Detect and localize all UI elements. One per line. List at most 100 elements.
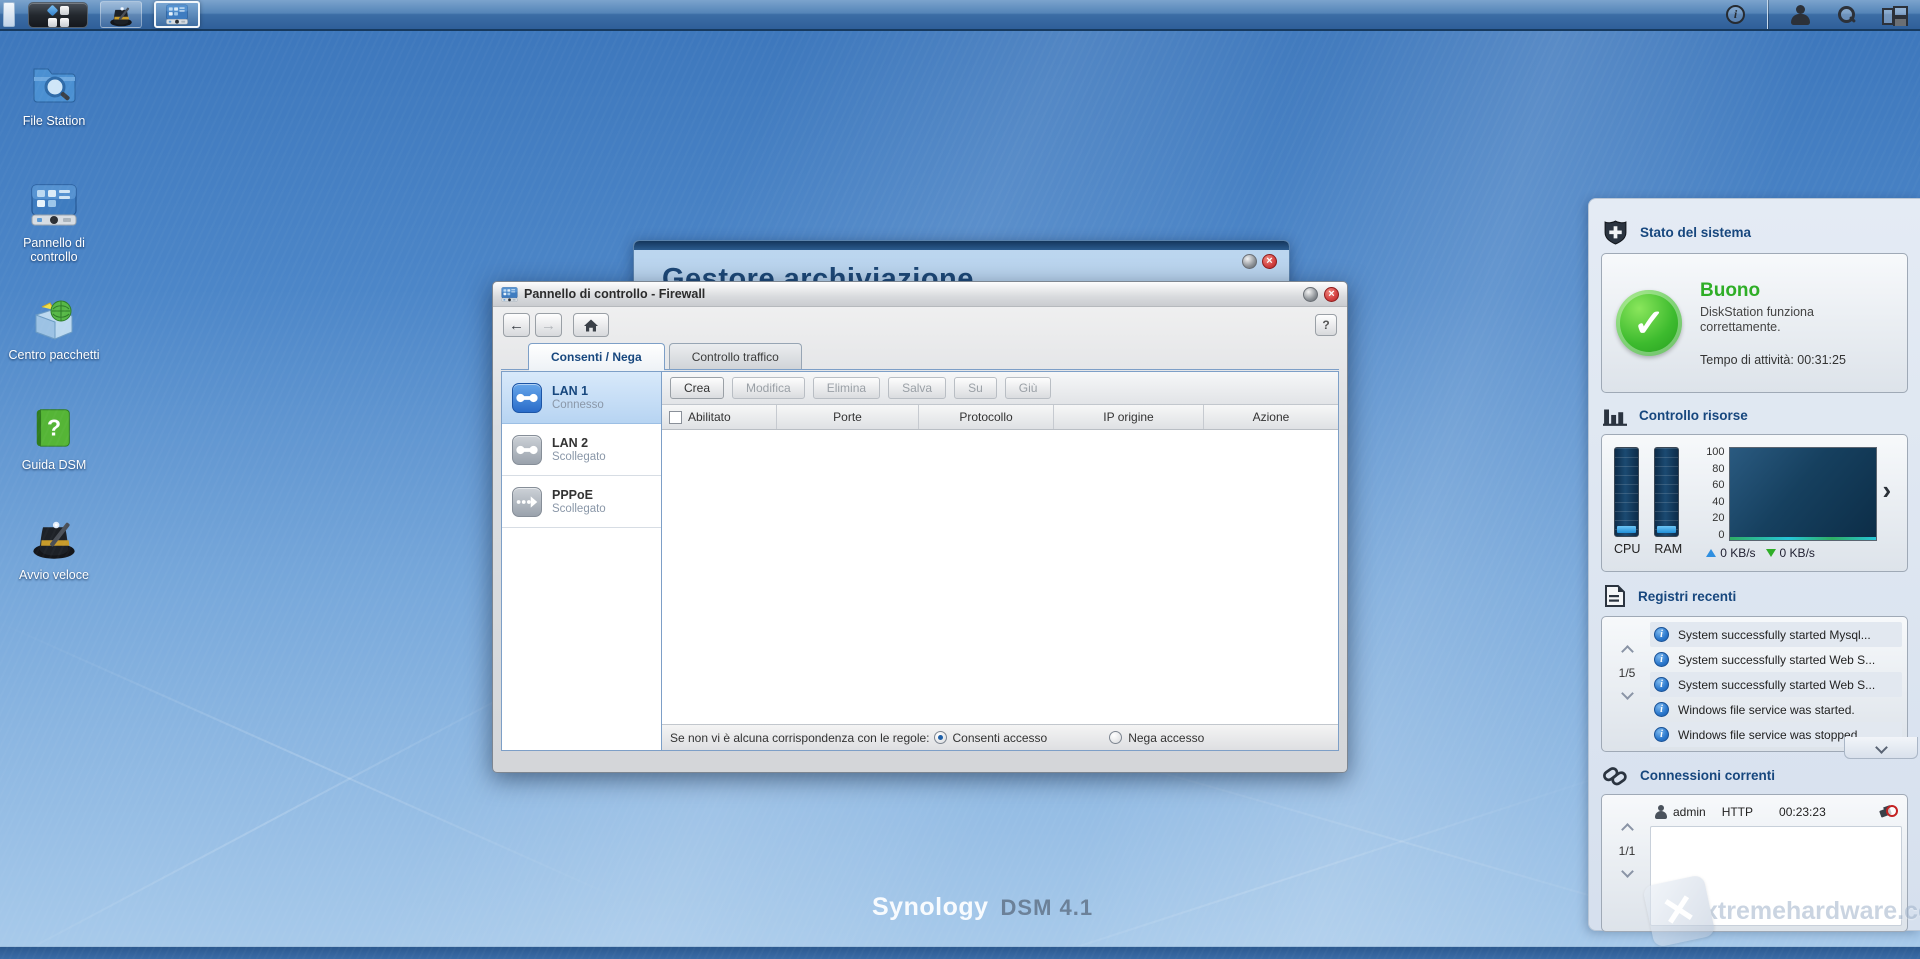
file-station-icon — [32, 67, 77, 104]
column-header-azione[interactable]: Azione — [1204, 405, 1338, 429]
interface-lan1[interactable]: LAN 1 Connesso — [502, 372, 661, 424]
close-button[interactable]: × — [1324, 286, 1339, 302]
firewall-window: Pannello di controllo - Firewall × ← → ?… — [492, 281, 1348, 773]
tab-controllo-traffico[interactable]: Controllo traffico — [668, 343, 802, 370]
sidebar-collapse-tab[interactable] — [1844, 737, 1918, 759]
back-button[interactable]: ← — [503, 313, 530, 337]
pppoe-icon — [512, 486, 542, 517]
log-row[interactable]: i Windows file service was started. — [1650, 697, 1902, 722]
section-title: Registri recenti — [1638, 588, 1737, 604]
resource-more-chevron[interactable]: › — [1883, 477, 1892, 503]
network-chart-axis: 100 80 60 40 20 0 — [1706, 446, 1725, 541]
home-button[interactable] — [573, 313, 609, 337]
forward-button[interactable]: → — [535, 313, 562, 337]
upload-value: 0 KB/s — [1720, 546, 1756, 560]
page-up-chevron[interactable] — [1620, 645, 1634, 658]
select-all-checkbox[interactable] — [669, 410, 682, 424]
interface-pppoe[interactable]: PPPoE Scollegato — [502, 476, 661, 528]
move-up-button[interactable]: Su — [954, 377, 997, 399]
column-header-porte[interactable]: Porte — [777, 405, 919, 429]
page-down-chevron[interactable] — [1620, 865, 1634, 878]
desktop-icon-label: Centro pacchetti — [8, 348, 100, 362]
allow-access-label[interactable]: Consenti accesso — [953, 731, 1048, 745]
quick-launch-taskbar-button[interactable] — [100, 1, 142, 28]
desktop-icon-label: Guida DSM — [21, 458, 87, 472]
desktop-icon-package-center[interactable]: Centro pacchetti — [2, 292, 106, 362]
desktop-icon-dsm-help[interactable]: Guida DSM — [2, 402, 106, 472]
desktop-icon-control-panel[interactable]: Pannello di controllo — [2, 180, 106, 264]
show-desktop-button[interactable] — [3, 2, 15, 27]
deny-access-label[interactable]: Nega accesso — [1128, 731, 1204, 745]
user-icon[interactable] — [1790, 4, 1810, 25]
column-header-abilitato[interactable]: Abilitato — [662, 405, 777, 429]
log-row[interactable]: i System successfully started Web S... — [1650, 672, 1902, 697]
rules-table-header: Abilitato Porte Protocollo IP origine Az… — [662, 405, 1338, 430]
desktop-icon-quick-start[interactable]: Avvio veloce — [2, 512, 106, 582]
info-icon: i — [1654, 627, 1669, 642]
system-status-card: ✓ Buono DiskStation funziona correttamen… — [1601, 253, 1908, 393]
tab-consenti-nega[interactable]: Consenti / Nega — [528, 343, 665, 370]
connections-list-body — [1650, 826, 1902, 926]
edit-button[interactable]: Modifica — [732, 377, 805, 399]
control-panel-icon — [166, 4, 188, 25]
widgets-sidebar: Stato del sistema ✓ Buono DiskStation fu… — [1588, 198, 1920, 932]
minimize-button[interactable] — [1303, 286, 1318, 302]
desktop-icon-file-station[interactable]: File Station — [2, 58, 106, 128]
recent-logs-header: Registri recenti — [1603, 584, 1906, 608]
deny-access-radio[interactable] — [1109, 731, 1123, 744]
page-down-chevron[interactable] — [1620, 687, 1634, 700]
delete-button[interactable]: Elimina — [812, 377, 881, 399]
window-titlebar[interactable]: Pannello di controllo - Firewall × — [493, 282, 1347, 307]
resource-monitor-card: CPU RAM 100 80 60 40 20 0 0 KB/s 0 KB/s … — [1601, 434, 1908, 572]
collapse-chevron-icon — [1874, 741, 1888, 754]
section-title: Controllo risorse — [1639, 408, 1748, 423]
minimize-button[interactable] — [1242, 254, 1257, 269]
save-button[interactable]: Salva — [888, 377, 947, 399]
section-title: Stato del sistema — [1640, 224, 1752, 240]
rules-table-body[interactable] — [662, 430, 1338, 724]
tab-bar: Consenti / Nega Controllo traffico — [493, 343, 1347, 370]
close-button[interactable]: × — [1262, 254, 1277, 269]
connection-protocol: HTTP — [1721, 805, 1754, 819]
disconnect-icon[interactable] — [1880, 805, 1898, 819]
wallpaper-streak — [899, 756, 1661, 959]
info-icon: i — [1654, 727, 1669, 742]
magic-hat-icon — [33, 521, 75, 559]
status-state: Buono — [1700, 279, 1761, 301]
user-icon — [1654, 805, 1668, 819]
rules-panel: Crea Modifica Elimina Salva Su Giù Abili… — [662, 372, 1338, 750]
info-icon[interactable]: i — [1726, 5, 1745, 24]
widgets-icon[interactable] — [1882, 5, 1908, 25]
connection-row[interactable]: admin HTTP 00:23:23 — [1650, 799, 1902, 825]
main-menu-button[interactable] — [28, 1, 88, 28]
control-panel-taskbar-button[interactable] — [154, 1, 200, 28]
interface-status: Connesso — [552, 399, 604, 411]
default-rule-bar: Se non vi è alcuna corrispondenza con le… — [662, 724, 1338, 750]
create-button[interactable]: Crea — [670, 377, 725, 399]
cpu-label: CPU — [1614, 542, 1641, 556]
default-rule-label: Se non vi è alcuna corrispondenza con le… — [670, 730, 930, 745]
home-icon — [584, 319, 598, 331]
column-header-ip-origine[interactable]: IP origine — [1054, 405, 1204, 429]
interface-status: Scollegato — [552, 451, 606, 463]
move-down-button[interactable]: Giù — [1004, 377, 1052, 399]
page-up-chevron[interactable] — [1620, 823, 1634, 836]
window-navbar: ← → ? — [493, 307, 1347, 343]
firewall-content: LAN 1 Connesso LAN 2 Scollegato PPPoE Sc… — [501, 371, 1339, 751]
dsm-version: DSM 4.1 — [1000, 895, 1094, 920]
logs-pager: 1/5 — [1610, 645, 1644, 701]
download-value: 0 KB/s — [1779, 546, 1815, 560]
shield-icon — [1604, 220, 1627, 245]
interface-lan2[interactable]: LAN 2 Scollegato — [502, 424, 661, 476]
download-arrow-icon — [1765, 549, 1776, 557]
document-icon — [1605, 585, 1625, 607]
bar-chart-icon — [1603, 409, 1627, 426]
allow-access-radio[interactable] — [933, 731, 947, 744]
wallpaper-bottom-band — [0, 946, 1920, 959]
search-icon[interactable] — [1836, 5, 1856, 25]
chain-link-icon — [1603, 765, 1628, 786]
help-button[interactable]: ? — [1315, 314, 1337, 336]
column-header-protocollo[interactable]: Protocollo — [919, 405, 1054, 429]
log-row[interactable]: i System successfully started Mysql... — [1650, 622, 1902, 647]
log-row[interactable]: i System successfully started Web S... — [1650, 647, 1902, 672]
